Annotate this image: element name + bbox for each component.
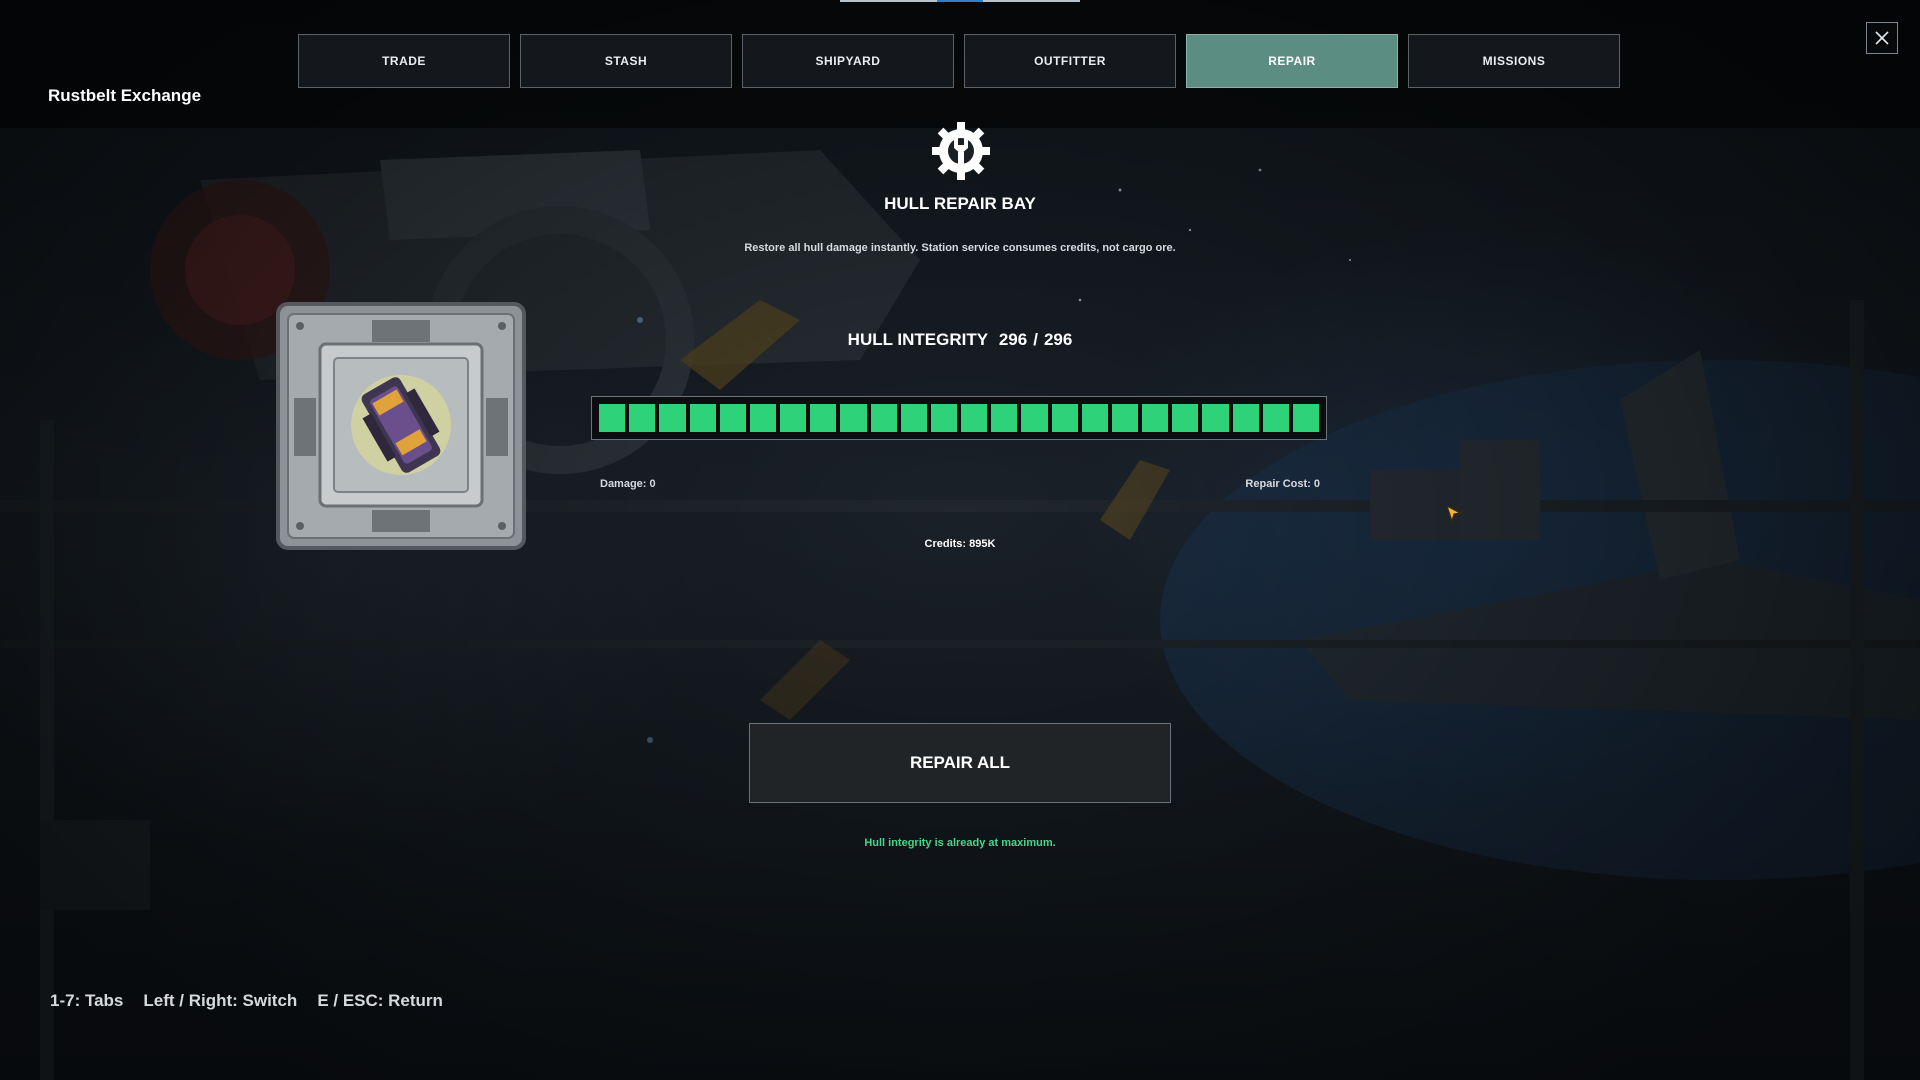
close-icon xyxy=(1875,31,1889,45)
hull-segment xyxy=(1021,404,1048,432)
hull-segment xyxy=(810,404,837,432)
hull-segment xyxy=(719,404,746,432)
tab-outfitter[interactable]: OUTFITTER xyxy=(964,34,1176,88)
hull-segment xyxy=(1292,404,1320,432)
hull-segment xyxy=(900,404,927,432)
hull-integrity-label: HULL INTEGRITY 296 / 296 xyxy=(760,330,1160,350)
hint-return: E / ESC: Return xyxy=(317,991,443,1010)
damage-readout: Damage: 0 xyxy=(600,478,656,490)
hull-segment xyxy=(599,404,626,432)
hull-segment xyxy=(689,404,716,432)
hull-segment xyxy=(1081,404,1108,432)
repair-cost-readout: Repair Cost: 0 xyxy=(1245,478,1320,490)
ship-icon xyxy=(276,302,526,550)
hull-segment xyxy=(659,404,686,432)
hull-segment xyxy=(629,404,656,432)
hull-segment xyxy=(1202,404,1229,432)
hull-segment xyxy=(1142,404,1169,432)
hull-segments xyxy=(599,404,1320,432)
tab-repair[interactable]: REPAIR xyxy=(1186,34,1398,88)
hint-tabs: 1-7: Tabs xyxy=(50,991,124,1010)
close-button[interactable] xyxy=(1866,22,1898,54)
repair-bay-title: HULL REPAIR BAY xyxy=(884,194,1036,213)
status-message: Hull integrity is already at maximum. xyxy=(864,837,1056,849)
tab-bar: TRADE STASH SHIPYARD OUTFITTER REPAIR MI… xyxy=(298,34,1622,88)
tab-stash[interactable]: STASH xyxy=(520,34,732,88)
hull-current-value: 296 xyxy=(998,330,1028,349)
hull-separator: / xyxy=(1033,330,1038,349)
hull-segment xyxy=(1262,404,1289,432)
keyboard-hints: 1-7: Tabs Left / Right: Switch E / ESC: … xyxy=(50,991,443,1011)
tab-shipyard[interactable]: SHIPYARD xyxy=(742,34,954,88)
tab-trade[interactable]: TRADE xyxy=(298,34,510,88)
hull-max-value: 296 xyxy=(1043,330,1073,349)
hull-segment xyxy=(749,404,777,432)
repair-all-button[interactable]: REPAIR ALL xyxy=(749,723,1171,803)
hull-segment xyxy=(1111,404,1139,432)
hull-segment xyxy=(1172,404,1199,432)
hull-segment xyxy=(1051,404,1078,432)
station-name: Rustbelt Exchange xyxy=(48,86,202,105)
repair-bay-description: Restore all hull damage instantly. Stati… xyxy=(744,242,1176,254)
top-indicator-highlight xyxy=(937,0,983,2)
hull-segment xyxy=(1232,404,1259,432)
hull-segment xyxy=(840,404,867,432)
hull-segment xyxy=(870,404,897,432)
hull-segment xyxy=(991,404,1018,432)
credits-readout: Credits: 895K xyxy=(924,538,996,550)
tab-missions[interactable]: MISSIONS xyxy=(1408,34,1620,88)
hull-segment xyxy=(961,404,988,432)
hint-switch: Left / Right: Switch xyxy=(143,991,298,1010)
wrench-gear-icon xyxy=(932,122,990,180)
hull-segment xyxy=(930,404,958,432)
hull-integrity-bar xyxy=(591,396,1327,440)
cursor-icon xyxy=(1446,505,1462,523)
hull-segment xyxy=(780,404,807,432)
hull-integrity-title: HULL INTEGRITY xyxy=(847,330,989,349)
